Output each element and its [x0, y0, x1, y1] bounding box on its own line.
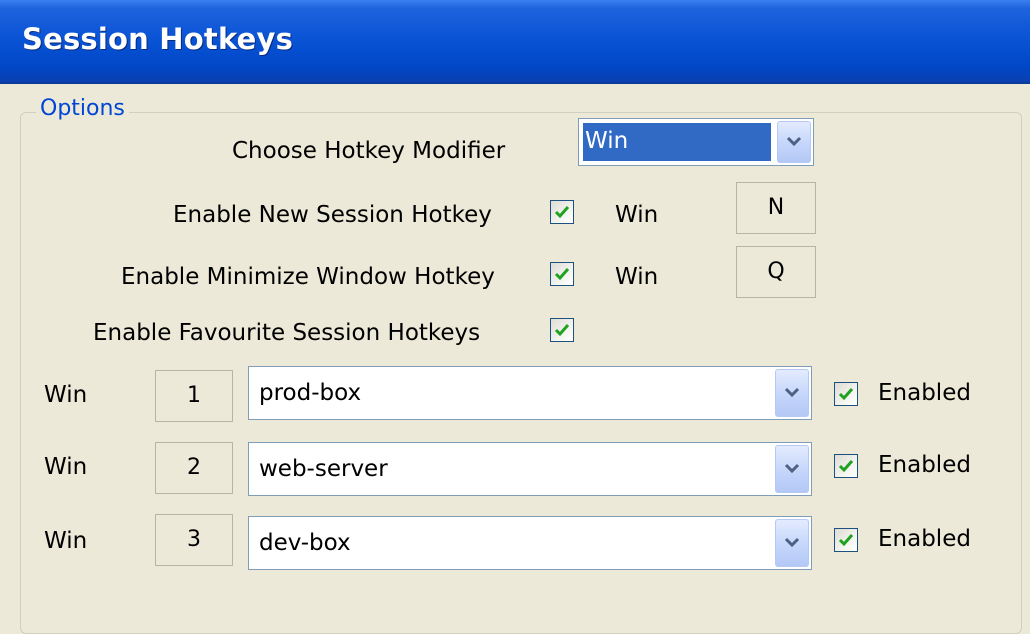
favourite-row-3-key-field[interactable]: 3 [155, 514, 233, 566]
chevron-down-icon [784, 463, 800, 474]
favourite-row-2-session: web-server [259, 456, 388, 482]
favourite-row-3-enabled-checkbox[interactable] [834, 528, 858, 552]
favourite-row-3-session: dev-box [259, 530, 351, 556]
favourite-row-3-session-dropdown[interactable]: dev-box [248, 516, 812, 570]
favourite-row-2-key-field[interactable]: 2 [155, 442, 233, 494]
dropdown-button[interactable] [775, 519, 809, 567]
favourite-row-1-enabled-label: Enabled [878, 380, 971, 406]
chevron-down-icon [786, 136, 802, 147]
minimize-checkbox[interactable] [550, 262, 574, 286]
dropdown-button[interactable] [775, 445, 809, 493]
favourite-row-2-modifier: Win [44, 454, 88, 480]
checkmark-icon [554, 268, 570, 281]
favourite-row-1-key-field[interactable]: 1 [155, 370, 233, 422]
favourite-row-3-modifier: Win [44, 528, 88, 554]
favourite-row-1-session: prod-box [259, 380, 362, 406]
favourite-row-1-session-dropdown[interactable]: prod-box [248, 366, 812, 420]
window-title: Session Hotkeys [22, 22, 294, 56]
favourite-row-2-session-dropdown[interactable]: web-server [248, 442, 812, 496]
favourites-checkbox[interactable] [550, 318, 574, 342]
checkmark-icon [838, 534, 854, 547]
dropdown-button[interactable] [777, 121, 811, 163]
options-legend: Options [36, 96, 129, 121]
favourites-label: Enable Favourite Session Hotkeys [93, 320, 481, 346]
checkmark-icon [554, 206, 570, 219]
new-session-checkbox[interactable] [550, 200, 574, 224]
checkmark-icon [554, 324, 570, 337]
new-session-label: Enable New Session Hotkey [173, 202, 492, 228]
modifier-dropdown[interactable]: Win [578, 118, 814, 166]
dialog-body: Options Choose Hotkey Modifier Win Enabl… [0, 84, 1030, 634]
new-session-key-field[interactable]: N [736, 182, 816, 234]
favourite-row-1-enabled-checkbox[interactable] [834, 382, 858, 406]
modifier-label: Choose Hotkey Modifier [232, 138, 506, 164]
chevron-down-icon [784, 387, 800, 398]
checkmark-icon [838, 388, 854, 401]
favourite-row-2-enabled-checkbox[interactable] [834, 454, 858, 478]
title-bar: Session Hotkeys [0, 0, 1030, 84]
checkmark-icon [838, 460, 854, 473]
minimize-modifier: Win [615, 264, 659, 290]
dropdown-button[interactable] [775, 369, 809, 417]
favourite-row-3-enabled-label: Enabled [878, 526, 971, 552]
minimize-label: Enable Minimize Window Hotkey [121, 264, 495, 290]
favourite-row-2-enabled-label: Enabled [878, 452, 971, 478]
new-session-modifier: Win [615, 202, 659, 228]
modifier-value: Win [583, 123, 771, 161]
minimize-key-field[interactable]: Q [736, 246, 816, 298]
favourite-row-1-modifier: Win [44, 382, 88, 408]
chevron-down-icon [784, 537, 800, 548]
